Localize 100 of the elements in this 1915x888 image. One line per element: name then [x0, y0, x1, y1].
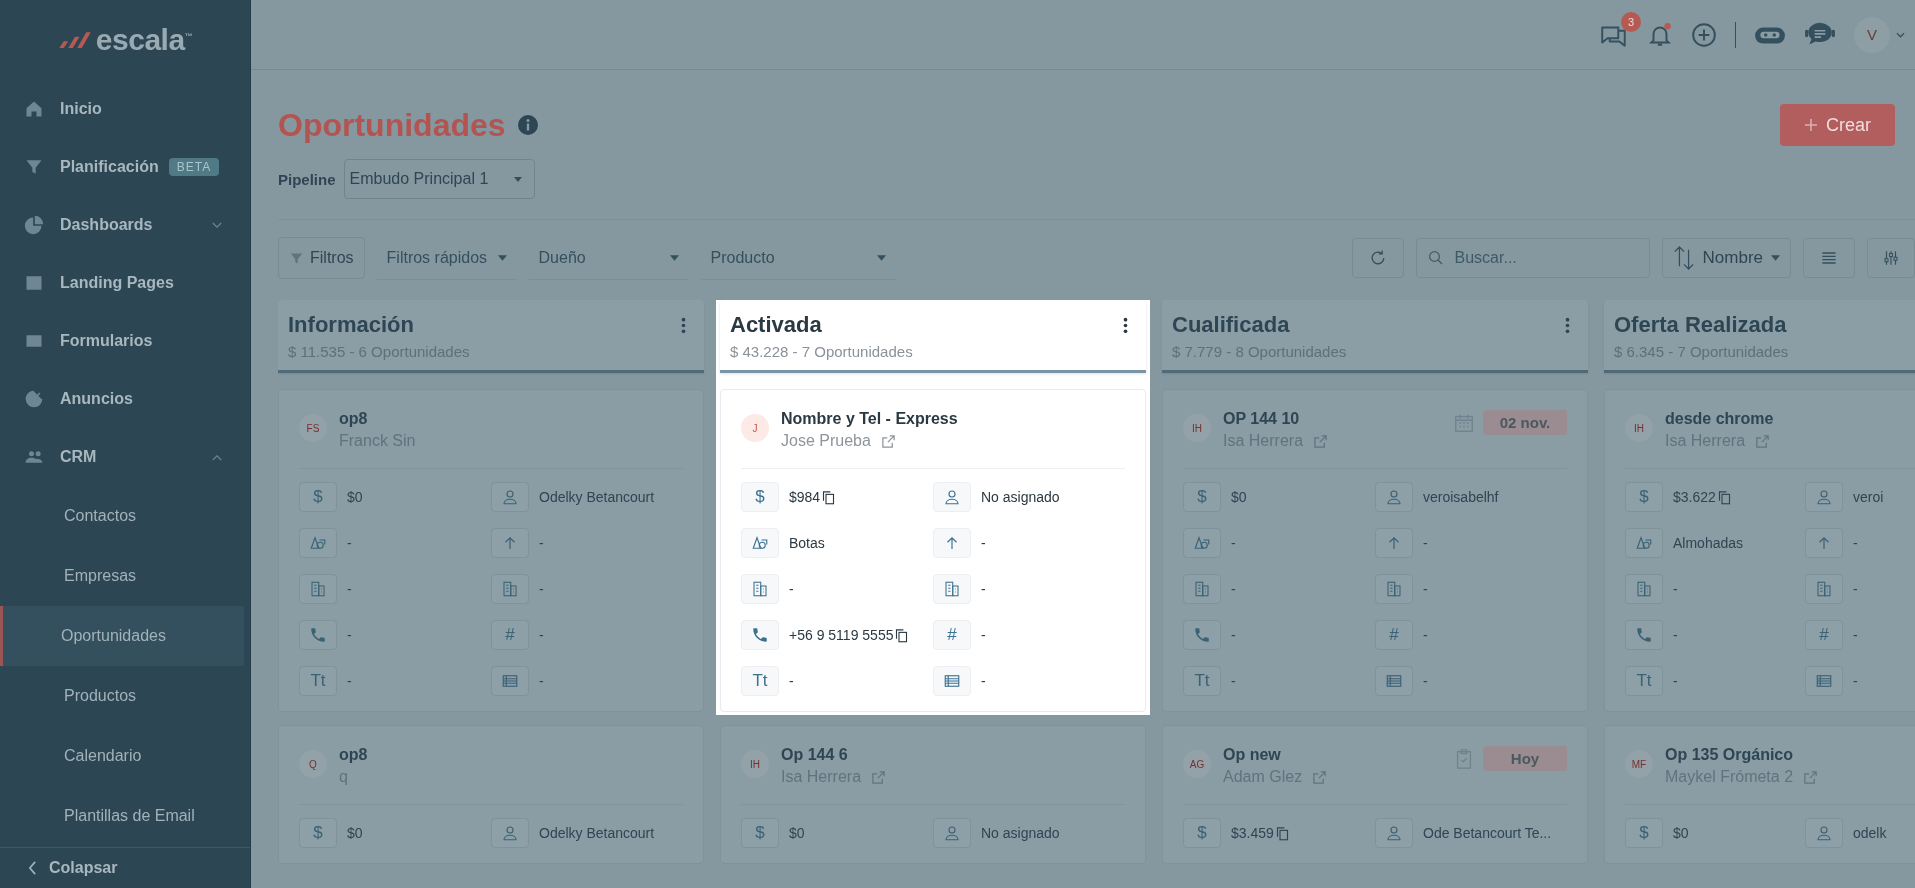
external-link-icon[interactable] — [871, 769, 887, 785]
submenu-item[interactable]: Oportunidades — [0, 606, 244, 666]
refresh-button[interactable] — [1351, 238, 1404, 278]
contact-name: Jose Prueba — [781, 432, 871, 450]
field-value: $0 — [347, 489, 363, 505]
field-value: - — [539, 581, 544, 597]
field-value: - — [1231, 535, 1236, 551]
external-link-icon[interactable] — [1313, 433, 1329, 449]
field-value: $0 — [789, 825, 805, 841]
opportunity-card[interactable]: J Nombre y Tel - Express Jose Prueba $ $984 No asignado Botas - - - +56 9 5119 5555 # - Tt - - — [720, 389, 1146, 712]
phone-icon — [299, 620, 337, 650]
caret-icon — [514, 176, 523, 182]
dollar-sign: $ — [741, 818, 779, 848]
field-value: $3.459 — [1231, 825, 1274, 841]
field-value: - — [539, 673, 544, 689]
nav-item[interactable]: Inicio — [0, 80, 250, 138]
nav-item[interactable]: Formularios — [0, 312, 250, 370]
user-menu[interactable]: V — [1854, 16, 1905, 53]
product-select[interactable]: Producto — [700, 236, 896, 280]
nav-item[interactable]: Planificación BETA — [0, 138, 250, 196]
submenu-item[interactable]: Plantillas de Email — [0, 786, 244, 846]
submenu-item[interactable]: Contactos — [0, 486, 244, 546]
info-icon[interactable] — [517, 115, 538, 135]
dollar-sign: $ — [741, 482, 779, 512]
field-value: - — [539, 627, 544, 643]
building-icon — [933, 574, 971, 604]
person-icon — [1805, 818, 1843, 848]
quick-filters-dropdown[interactable]: Filtros rápidos — [376, 236, 517, 280]
search-field[interactable]: Buscar... — [1415, 238, 1650, 278]
person-icon — [933, 482, 971, 512]
owner-select[interactable]: Dueño — [528, 236, 689, 280]
search-icon — [1426, 249, 1445, 267]
copy-icon[interactable] — [894, 627, 910, 643]
nav-item[interactable]: Dashboards — [0, 196, 250, 254]
sort-icon — [1672, 244, 1695, 272]
funnel-icon — [24, 157, 44, 177]
contact-avatar: IH — [1625, 414, 1653, 442]
field-value: - — [347, 673, 352, 689]
building-icon — [491, 574, 529, 604]
column-title: Activada — [730, 312, 822, 338]
phone-icon — [1625, 620, 1663, 650]
kebab-menu-icon[interactable] — [1123, 316, 1128, 334]
settings-icon — [1882, 249, 1900, 267]
person-icon — [491, 482, 529, 512]
bell-icon[interactable] — [1647, 21, 1673, 48]
filters-button[interactable]: Filtros — [278, 237, 365, 279]
hash-sign: # — [491, 620, 529, 650]
caret-icon — [669, 254, 679, 261]
column-summary: $ 43.228 - 7 Oportunidades — [730, 343, 914, 360]
field-value: - — [347, 535, 352, 551]
field-value: $984 — [789, 489, 821, 505]
field-value: - — [1853, 627, 1858, 643]
contact-avatar: FS — [299, 414, 327, 442]
field-value: - — [347, 581, 352, 597]
home-icon — [24, 99, 44, 119]
settings-button[interactable] — [1867, 238, 1915, 278]
field-value: - — [1231, 581, 1236, 597]
dollar-sign: $ — [1625, 818, 1663, 848]
field-value: - — [981, 535, 986, 551]
arrow-up-icon — [491, 528, 529, 558]
building-icon — [1183, 574, 1221, 604]
nav-item[interactable]: CRM — [0, 428, 250, 486]
external-link-icon[interactable] — [1312, 769, 1328, 785]
sort-button[interactable]: Nombre — [1661, 238, 1791, 278]
field-value: $0 — [347, 825, 363, 841]
text-type-sign: Tt — [299, 666, 337, 696]
field-value: veroi — [1853, 489, 1884, 505]
field-value: +56 9 5119 5555 — [789, 627, 894, 643]
add-icon[interactable] — [1691, 21, 1717, 48]
pipeline-select[interactable]: Embudo Principal 1 — [343, 159, 536, 199]
building-icon — [1625, 574, 1663, 604]
submenu-item[interactable]: Calendario — [0, 726, 244, 786]
nav-item[interactable]: Landing Pages — [0, 254, 250, 312]
user-avatar: V — [1854, 16, 1890, 53]
external-link-icon[interactable] — [1803, 769, 1819, 785]
plus-icon — [1804, 118, 1818, 132]
submenu-item[interactable]: Empresas — [0, 546, 244, 606]
create-button[interactable]: Crear — [1780, 104, 1895, 146]
list-view-button[interactable] — [1803, 238, 1855, 278]
field-value: - — [1853, 673, 1858, 689]
field-value: - — [1423, 627, 1428, 643]
shapes-icon — [299, 528, 337, 558]
submenu-item[interactable]: Productos — [0, 666, 244, 726]
nav-item[interactable]: Anuncios — [0, 370, 250, 428]
building-icon — [1375, 574, 1413, 604]
arrow-up-icon — [1805, 528, 1843, 558]
collapse-button[interactable]: Colapsar — [0, 847, 250, 888]
logo-text: escala$^{™}$ — [95, 23, 193, 57]
text-type-sign: Tt — [1183, 666, 1221, 696]
external-link-icon[interactable] — [880, 433, 896, 449]
field-value: odelk — [1853, 825, 1887, 841]
field-value: Botas — [789, 535, 825, 551]
caret-icon — [1896, 31, 1905, 38]
column-title: Información — [288, 312, 414, 338]
contact-avatar: Q — [299, 750, 327, 778]
person-icon — [1805, 482, 1843, 512]
contact-avatar: IH — [1183, 414, 1211, 442]
copy-icon[interactable] — [821, 489, 837, 505]
external-link-icon[interactable] — [1755, 433, 1771, 449]
field-value: - — [347, 627, 352, 643]
